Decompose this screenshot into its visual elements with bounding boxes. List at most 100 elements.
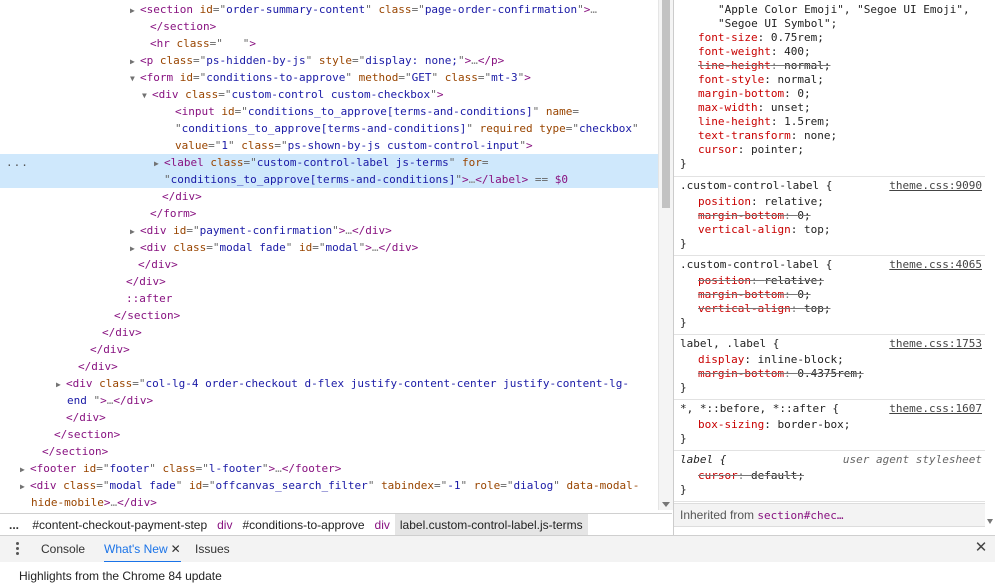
dom-node[interactable]: ▶ <section id="order-summary-content" cla…: [0, 1, 658, 18]
style-property[interactable]: line-height: normal;: [698, 59, 982, 73]
collapse-triangle-icon[interactable]: ▶: [130, 53, 140, 69]
breadcrumb-more-button[interactable]: ...: [0, 514, 24, 536]
property-name[interactable]: margin-bottom: [698, 367, 784, 380]
property-name[interactable]: position: [698, 274, 751, 287]
tab-whats-new[interactable]: What's New ✕: [104, 536, 181, 563]
dom-node-selected[interactable]: "conditions_to_approve[terms-and-conditi…: [0, 171, 658, 188]
stylesheet-source-link[interactable]: theme.css:9090: [889, 179, 982, 193]
property-name[interactable]: vertical-align: [698, 223, 791, 236]
dom-node[interactable]: </div>: [0, 341, 658, 358]
property-name[interactable]: font-style: [698, 73, 764, 86]
dom-node[interactable]: </div>: [0, 188, 658, 205]
style-property[interactable]: vertical-align: top;: [698, 223, 982, 237]
selector-text[interactable]: *, *::before, *::after {: [680, 402, 839, 415]
style-property[interactable]: max-width: unset;: [698, 101, 982, 115]
property-name[interactable]: cursor: [698, 469, 738, 482]
whats-new-headline[interactable]: Highlights from the Chrome 84 update: [19, 569, 222, 583]
selector-text[interactable]: label, .label {: [680, 337, 779, 350]
breadcrumb-item[interactable]: #content-checkout-payment-step: [27, 514, 212, 536]
dom-node[interactable]: ▶ <p class="ps-hidden-by-js" style="displ…: [0, 52, 658, 69]
tab-console[interactable]: Console: [41, 536, 85, 562]
stylesheet-source-link[interactable]: theme.css:1607: [889, 402, 982, 416]
property-value[interactable]: top;: [804, 223, 831, 236]
elements-scrollbar[interactable]: [658, 0, 673, 510]
style-property[interactable]: margin-bottom: 0;: [698, 209, 982, 223]
property-value[interactable]: 1.5rem;: [784, 115, 830, 128]
dom-node[interactable]: ▼ <div class="custom-control custom-check…: [0, 86, 658, 103]
selector-text[interactable]: .custom-control-label {: [680, 258, 832, 271]
dom-node[interactable]: ▶ <div class="col-lg-4 order-checkout d-f…: [0, 375, 658, 392]
close-drawer-icon[interactable]: ✕: [973, 540, 989, 556]
property-name[interactable]: line-height: [698, 59, 771, 72]
property-value[interactable]: inline-block;: [758, 353, 844, 366]
style-property[interactable]: margin-bottom: 0.4375rem;: [698, 367, 982, 381]
property-name[interactable]: position: [698, 195, 751, 208]
dom-node[interactable]: </section>: [0, 18, 658, 35]
breadcrumb-item[interactable]: #conditions-to-approve: [237, 514, 369, 536]
property-value[interactable]: top;: [804, 302, 831, 315]
dom-node[interactable]: ▶ <footer id="footer" class="l-footer">…<…: [0, 460, 658, 477]
property-value[interactable]: border-box;: [777, 418, 850, 431]
property-value[interactable]: relative;: [764, 274, 824, 287]
breadcrumb-item[interactable]: div: [370, 514, 395, 536]
property-value[interactable]: normal;: [784, 59, 830, 72]
dom-node[interactable]: <input id="conditions_to_approve[terms-a…: [0, 103, 658, 120]
property-value[interactable]: 0.4375rem;: [797, 367, 863, 380]
dom-node[interactable]: </section>: [0, 307, 658, 324]
breadcrumb-item[interactable]: label.custom-control-label.js-terms: [394, 514, 588, 536]
collapse-triangle-icon[interactable]: ▶: [56, 376, 66, 392]
style-property[interactable]: cursor: default;: [698, 469, 982, 483]
property-value[interactable]: unset;: [771, 101, 811, 114]
property-name[interactable]: box-sizing: [698, 418, 764, 431]
dom-node[interactable]: </div>: [0, 324, 658, 341]
dom-node[interactable]: ▶ <div id="payment-confirmation">…</div>: [0, 222, 658, 239]
property-value[interactable]: 0;: [797, 209, 810, 222]
dom-node[interactable]: value="1" class="ps-shown-by-js custom-c…: [0, 137, 658, 154]
tab-close-icon[interactable]: ✕: [171, 542, 181, 556]
property-value[interactable]: 0.75rem;: [771, 31, 824, 44]
style-property[interactable]: vertical-align: top;: [698, 302, 982, 316]
collapse-triangle-icon[interactable]: ▶: [130, 223, 140, 239]
style-property[interactable]: text-transform: none;: [698, 129, 982, 143]
property-value[interactable]: 0;: [797, 87, 810, 100]
stylesheet-source-link[interactable]: theme.css:1753: [889, 337, 982, 351]
dom-node[interactable]: </div>: [0, 409, 658, 426]
property-name[interactable]: vertical-align: [698, 302, 791, 315]
property-name[interactable]: text-transform: [698, 129, 791, 142]
property-value[interactable]: 400;: [784, 45, 811, 58]
style-property[interactable]: position: relative;: [698, 274, 982, 288]
collapse-triangle-icon[interactable]: ▶: [154, 155, 164, 171]
selector-text[interactable]: .custom-control-label {: [680, 179, 832, 192]
property-value[interactable]: none;: [804, 129, 837, 142]
dom-node[interactable]: ▶ <div class="modal fade" id="offcanvas_s…: [0, 477, 658, 494]
dom-node[interactable]: ▶ <div class="modal fade" id="modal">…</d…: [0, 239, 658, 256]
property-value[interactable]: 0;: [797, 288, 810, 301]
expand-triangle-icon[interactable]: ▼: [130, 70, 140, 86]
style-property[interactable]: line-height: 1.5rem;: [698, 115, 982, 129]
dom-node[interactable]: hide-mobile>…</div>: [0, 494, 658, 510]
style-property[interactable]: margin-bottom: 0;: [698, 87, 982, 101]
style-property[interactable]: font-weight: 400;: [698, 45, 982, 59]
property-name[interactable]: cursor: [698, 143, 738, 156]
elements-tree-pane[interactable]: ▶ <section id="order-summary-content" cla…: [0, 0, 658, 510]
style-property[interactable]: font-size: 0.75rem;: [698, 31, 982, 45]
dom-node[interactable]: end ">…</div>: [0, 392, 658, 409]
property-name[interactable]: margin-bottom: [698, 288, 784, 301]
styles-scrollbar[interactable]: [985, 0, 995, 535]
property-name[interactable]: margin-bottom: [698, 209, 784, 222]
dom-node[interactable]: </section>: [0, 426, 658, 443]
style-property[interactable]: font-style: normal;: [698, 73, 982, 87]
dom-node[interactable]: </section>: [0, 443, 658, 460]
collapse-triangle-icon[interactable]: ▶: [20, 461, 30, 477]
collapse-triangle-icon[interactable]: ▶: [20, 478, 30, 494]
elements-scrollbar-thumb[interactable]: [662, 0, 670, 208]
style-property[interactable]: box-sizing: border-box;: [698, 418, 982, 432]
property-value[interactable]: default;: [751, 469, 804, 482]
dom-node[interactable]: "conditions_to_approve[terms-and-conditi…: [0, 120, 658, 137]
tab-issues[interactable]: Issues: [195, 536, 230, 562]
collapse-triangle-icon[interactable]: ▶: [130, 240, 140, 256]
property-name[interactable]: margin-bottom: [698, 87, 784, 100]
scroll-down-arrow-icon[interactable]: [987, 519, 993, 524]
dom-node[interactable]: </div>: [0, 358, 658, 375]
expand-triangle-icon[interactable]: ▼: [142, 87, 152, 103]
